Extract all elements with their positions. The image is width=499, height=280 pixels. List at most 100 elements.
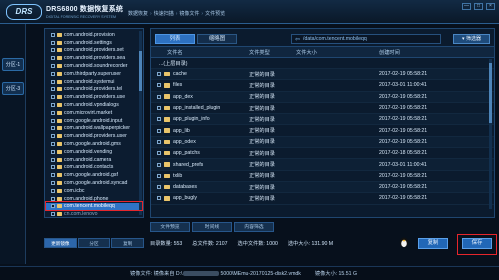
partition-tab-3[interactable]: 分区-3 [2,82,24,95]
table-row[interactable]: app_bugly 正常的目录 2017-02-19 05:58:21 [151,193,494,205]
checkbox[interactable] [51,103,55,108]
checkbox[interactable] [157,196,161,201]
checkbox[interactable] [51,79,55,84]
checkbox[interactable] [157,162,161,167]
path-input[interactable] [303,36,434,42]
maximize-button[interactable]: □ [474,3,483,10]
partition-tab-1[interactable]: 分区-1 [2,58,24,71]
tree-item[interactable]: com.android.wallpaperpicker [45,125,143,133]
breadcrumb-item[interactable]: 文件预览 [205,10,225,17]
cell-date: 2017-02-19 05:58:21 [379,184,428,191]
tree-item[interactable]: com.thirdparty.superuser [45,70,143,78]
cell-name: app_lib [151,128,249,134]
tree-item[interactable]: com.android.vending [45,148,143,156]
parent-directory-row[interactable]: ...(上层目录) [151,58,494,69]
column-name[interactable]: 文件名 [151,49,249,56]
tab-file-preview[interactable]: 文件预览 [150,222,190,232]
export-button[interactable]: 复制 [418,238,448,249]
checkbox[interactable] [51,181,55,186]
column-type[interactable]: 文件类型 [249,49,296,56]
checkbox[interactable] [51,134,55,139]
column-date[interactable]: 创建时间 [379,49,479,56]
checkbox[interactable] [51,149,55,154]
breadcrumb-item[interactable]: 快速扫描 [154,10,174,17]
tree-item[interactable]: com.google.android.gms [45,140,143,148]
tree-item[interactable]: com.android.contacts [45,164,143,172]
tree-item[interactable]: com.android.camera [45,156,143,164]
table-row[interactable]: app_lib 正常的目录 2017-02-19 05:58:21 [151,125,494,137]
table-row[interactable]: cache 正常的目录 2017-02-19 05:58:21 [151,69,494,81]
tree-item[interactable]: cn.com.lenovo [45,210,143,217]
tree-item[interactable]: com.android.providers.user [45,132,143,140]
checkbox[interactable] [157,117,161,122]
tab-timeline[interactable]: 时间线 [192,222,232,232]
minimize-button[interactable]: — [462,3,471,10]
checkbox[interactable] [51,32,55,37]
table-row[interactable]: app_installed_plugin 正常的目录 2017-02-19 05:5… [151,103,494,115]
tab-update-image[interactable]: 更新镜像 [44,238,77,248]
tree-item[interactable]: com.android.providers.sea [45,54,143,62]
tree-scrollbar[interactable] [139,31,142,215]
tab-partition[interactable]: 分区 [77,238,111,248]
breadcrumb-item[interactable]: 数据恢复 [128,10,148,17]
back-arrow-icon[interactable]: ⇦ [295,36,300,43]
list-view-button[interactable]: 列表 [155,34,195,44]
cell-type: 正常的目录 [249,150,275,157]
tree-item[interactable]: com.google.android.syncad [45,179,143,187]
checkbox[interactable] [51,126,55,131]
tree-item[interactable]: com.icbc [45,187,143,195]
tree-item[interactable]: com.android.providers.set [45,47,143,55]
checkbox[interactable] [51,110,55,115]
close-button[interactable]: × [486,3,495,10]
tree-item[interactable]: com.android.providers.use [45,93,143,101]
checkbox[interactable] [51,71,55,76]
column-size[interactable]: 文件大小 [296,49,379,56]
checkbox[interactable] [51,64,55,69]
table-row[interactable]: txlib 正常的目录 2017-02-19 05:58:21 [151,171,494,182]
table-row[interactable]: app_plugin_info 正常的目录 2017-02-19 05:58:21 [151,114,494,126]
filter-button[interactable]: ▾ 筛选器 [453,34,490,44]
table-row[interactable]: files 正常的目录 2017-03-01 11:00:41 [151,80,494,92]
file-scrollbar[interactable] [489,59,492,209]
checkbox[interactable] [51,40,55,45]
tab-content-filter[interactable]: 内容筛选 [234,222,274,232]
tree-item[interactable]: com.google.android.gsf [45,171,143,179]
thumbnail-view-button[interactable]: 缩略图 [197,34,237,44]
tree-item[interactable]: com.android.soundrecorder [45,62,143,70]
tree-item-label: com.thirdparty.superuser [64,70,121,77]
tree-item[interactable]: com.android.providers.tel [45,86,143,94]
tree-item[interactable]: com.android.provision [45,31,143,39]
checkbox[interactable] [51,48,55,53]
checkbox[interactable] [157,72,161,77]
breadcrumb-item[interactable]: 镜像文件 [179,10,199,17]
tree-item[interactable]: com.android.settings [45,39,143,47]
checkbox[interactable] [157,128,161,133]
checkbox[interactable] [157,83,161,88]
checkbox[interactable] [51,95,55,100]
table-row[interactable]: app_dex 正常的目录 2017-02-19 05:58:21 [151,91,494,103]
checkbox[interactable] [157,94,161,99]
checkbox[interactable] [51,56,55,61]
checkbox[interactable] [51,165,55,170]
checkbox[interactable] [51,173,55,178]
checkbox[interactable] [157,185,161,190]
tree-item[interactable]: com.google.android.input [45,117,143,125]
checkbox[interactable] [157,139,161,144]
tree-item[interactable]: com.microvirt.market [45,109,143,117]
checkbox[interactable] [157,106,161,111]
checkbox[interactable] [51,142,55,147]
checkbox[interactable] [51,118,55,123]
checkbox[interactable] [51,87,55,92]
tree-item[interactable]: com.android.systemui [45,78,143,86]
checkbox[interactable] [157,173,161,178]
checkbox[interactable] [51,188,55,193]
tab-copy[interactable]: 复制 [111,238,145,248]
table-row[interactable]: app_odex 正常的目录 2017-02-19 05:58:21 [151,136,494,149]
table-row[interactable]: databases 正常的目录 2017-02-19 05:58:21 [151,181,494,194]
checkbox[interactable] [51,157,55,162]
checkbox[interactable] [51,212,55,217]
tree-item[interactable]: com.android.vpndialogs [45,101,143,109]
table-row[interactable]: app_patchs 正常的目录 2017-02-18 05:58:21 [151,148,494,160]
table-row[interactable]: shared_prefs 正常的目录 2017-03-01 11:00:41 [151,159,494,171]
checkbox[interactable] [157,151,161,156]
